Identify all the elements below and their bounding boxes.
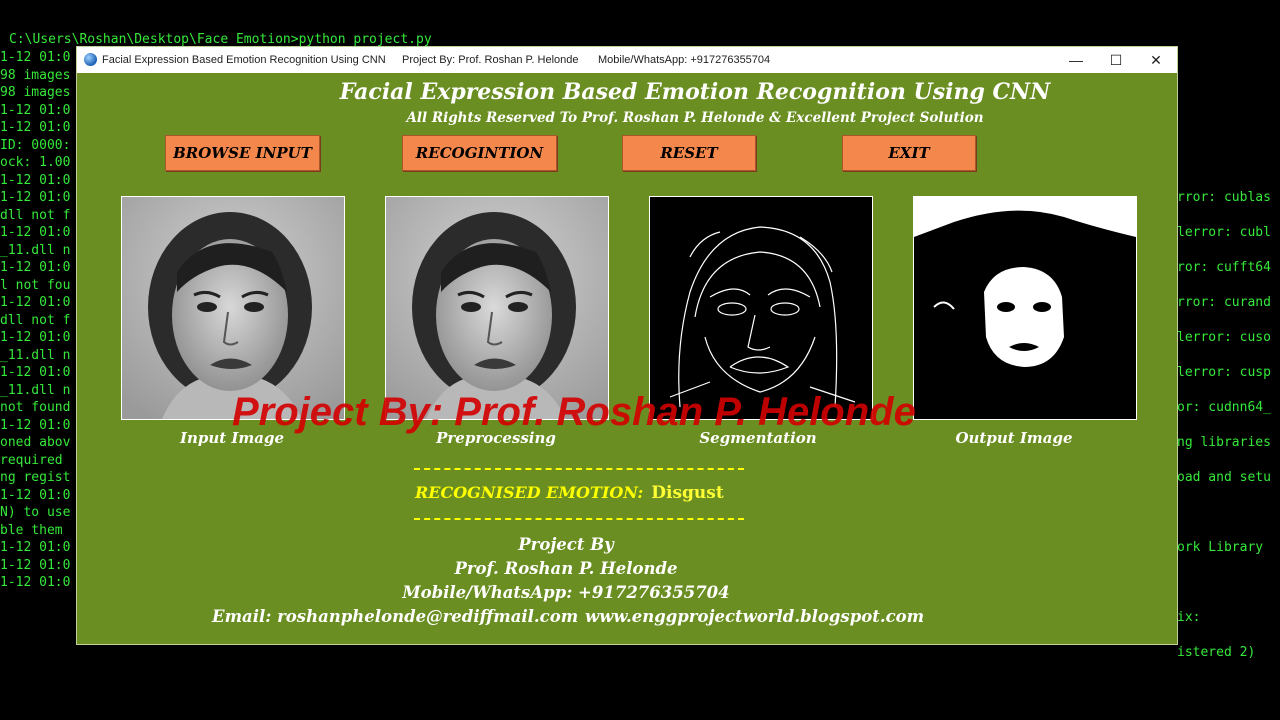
terminal-line: rror: curand: [1177, 295, 1271, 310]
input-image: [121, 196, 345, 420]
recognition-button[interactable]: RECOGINTION: [402, 135, 557, 171]
recognised-emotion: RECOGNISED EMOTION: Disgust: [415, 483, 724, 503]
footer-project-by: Project By: [518, 535, 614, 554]
preprocessing-image: [385, 196, 609, 420]
watermark-text: Project By: Prof. Roshan P. Helonde: [232, 390, 916, 434]
caption-output-image: Output Image: [955, 429, 1073, 447]
terminal-line: N) to use: [0, 505, 71, 520]
terminal-line: 1-12 01:0: [0, 190, 71, 205]
maximize-icon: ☐: [1109, 51, 1123, 68]
terminal-command: C:\Users\Roshan\Desktop\Face Emotion>pyt…: [9, 32, 432, 47]
terminal-line: ock: 1.00: [0, 155, 71, 170]
terminal-line: 98 images: [0, 67, 71, 83]
close-button[interactable]: ✕: [1136, 47, 1176, 73]
reset-button[interactable]: RESET: [622, 135, 756, 171]
window-title-mobile: Mobile/WhatsApp: +917276355704: [598, 54, 771, 66]
terminal-line: not found: [0, 400, 71, 415]
terminal-line: lerror: cusp: [1177, 365, 1271, 380]
minimize-icon: —: [1069, 52, 1083, 68]
terminal-line: 1-12 01:0: [0, 102, 71, 118]
terminal-line: ng regist: [0, 470, 71, 485]
terminal-line: ng libraries: [1177, 435, 1271, 450]
terminal-line: dll not f: [0, 207, 71, 223]
terminal-line: ix:: [1177, 610, 1201, 625]
terminal-line: oned abov: [0, 435, 71, 450]
terminal-line: istered 2): [1177, 645, 1256, 660]
recognised-emotion-value: Disgust: [651, 483, 724, 503]
window-title: Facial Expression Based Emotion Recognit…: [102, 54, 386, 66]
maximize-button[interactable]: ☐: [1096, 47, 1136, 73]
app-content: Facial Expression Based Emotion Recognit…: [77, 73, 1177, 644]
terminal-line: 1-12 01:0: [0, 295, 71, 310]
terminal-line: ror: cufft64: [1177, 260, 1271, 275]
terminal-line: 1-12 01:0: [0, 417, 71, 433]
terminal-line: oad and setu: [1177, 470, 1271, 485]
terminal-line: 1-12 01:0: [0, 225, 71, 240]
terminal-line: 1-12 01:0: [0, 575, 71, 590]
output-image: [913, 196, 1137, 420]
browse-input-button[interactable]: BROWSE INPUT: [165, 135, 320, 171]
segmentation-image: [649, 196, 873, 420]
terminal-line: 1-12 01:0: [0, 365, 71, 380]
terminal-line: 1-12 01:0: [0, 260, 71, 275]
minimize-button[interactable]: —: [1056, 47, 1096, 73]
app-heading: Facial Expression Based Emotion Recognit…: [339, 79, 1051, 105]
python-app-icon: [84, 53, 97, 66]
terminal-line: rror: cublas: [1177, 190, 1271, 205]
divider-bottom: [414, 518, 744, 520]
terminal-line: or: cudnn64_: [1177, 400, 1271, 415]
terminal-line: 1-12 01:0: [0, 172, 71, 188]
terminal-line: _11.dll n: [0, 382, 71, 398]
close-icon: ✕: [1150, 51, 1162, 68]
terminal-line: required: [0, 452, 71, 468]
terminal-line: ork Library: [1177, 540, 1264, 555]
title-bar[interactable]: Facial Expression Based Emotion Recognit…: [77, 47, 1177, 73]
terminal-line: 98 images: [0, 85, 71, 100]
terminal-line: 1-12 01:0: [0, 330, 71, 345]
terminal-line: l not fou: [0, 277, 71, 293]
footer-website: www.enggprojectworld.blogspot.com: [585, 607, 925, 626]
terminal-line: lerror: cuso: [1177, 330, 1271, 345]
terminal-line: ID: 0000:: [0, 137, 71, 153]
window-title-author: Project By: Prof. Roshan P. Helonde: [402, 54, 579, 66]
terminal-line: 1-12 01:0: [0, 50, 71, 65]
terminal-left-output: 1-12 01:0 98 images 98 images 1-12 01:0 1-12…: [0, 49, 77, 592]
exit-button[interactable]: EXIT: [842, 135, 976, 171]
terminal-line: lerror: cubl: [1177, 225, 1271, 240]
terminal-line: 1-12 01:0: [0, 540, 71, 555]
divider-top: [414, 468, 744, 470]
footer-author: Prof. Roshan P. Helonde: [454, 559, 678, 578]
terminal-line: ble them: [0, 522, 71, 538]
terminal-line: _11.dll n: [0, 242, 71, 258]
app-window: Facial Expression Based Emotion Recognit…: [77, 47, 1177, 644]
terminal-right-output: rror: cublas lerror: cubl ror: cufft64 rror…: [1177, 189, 1280, 679]
terminal-line: dll not f: [0, 312, 71, 328]
footer-email: Email: roshanphelonde@rediffmail.com: [212, 607, 579, 626]
terminal-line: 1-12 01:0: [0, 120, 71, 135]
app-subheading: All Rights Reserved To Prof. Roshan P. H…: [406, 110, 984, 126]
terminal-line: 1-12 01:0: [0, 487, 71, 503]
recognised-emotion-label: RECOGNISED EMOTION:: [415, 483, 644, 502]
footer-mobile: Mobile/WhatsApp: +917276355704: [402, 583, 730, 602]
terminal-line: 1-12 01:0: [0, 557, 71, 573]
terminal-line: _11.dll n: [0, 347, 71, 363]
